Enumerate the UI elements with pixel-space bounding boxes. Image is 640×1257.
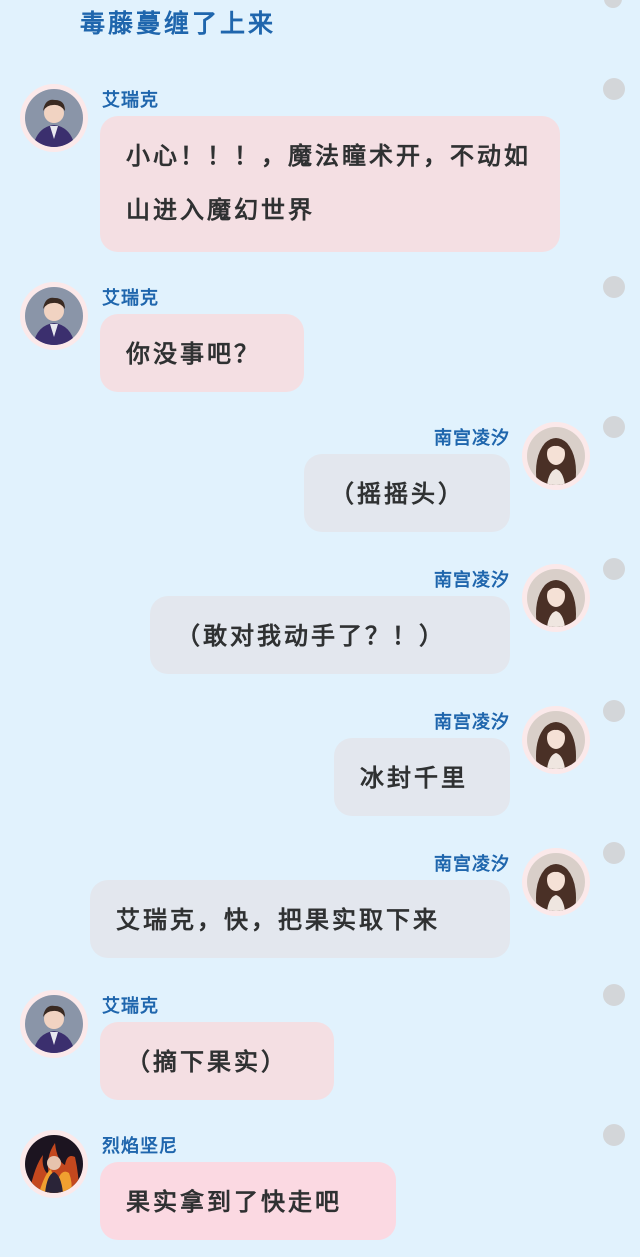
speaker-name: 艾瑞克 xyxy=(102,288,159,309)
girl-avatar-icon xyxy=(527,569,585,627)
message-bubble[interactable]: 艾瑞克，快，把果实取下来 xyxy=(90,880,510,958)
boy-avatar-icon xyxy=(25,287,83,345)
status-dot-icon[interactable] xyxy=(603,276,625,298)
status-dot-icon[interactable] xyxy=(603,842,625,864)
message-bubble[interactable]: （摘下果实） xyxy=(100,1022,334,1100)
message-item: 南宫凌汐 （敢对我动手了？！） xyxy=(0,558,640,674)
message-bubble[interactable]: 你没事吧？ xyxy=(100,314,304,392)
status-dot-icon[interactable] xyxy=(603,558,625,580)
boy-avatar-icon xyxy=(25,89,83,147)
avatar-nangong-lingxi[interactable] xyxy=(522,848,590,916)
avatar-eric[interactable] xyxy=(20,282,88,350)
menu-dot-icon[interactable] xyxy=(604,0,622,8)
message-item: 艾瑞克 （摘下果实） xyxy=(0,984,640,1100)
girl-avatar-icon xyxy=(527,427,585,485)
status-dot-icon[interactable] xyxy=(603,416,625,438)
message-item: 艾瑞克 你没事吧？ xyxy=(0,276,640,392)
girl-avatar-icon xyxy=(527,711,585,769)
avatar-nangong-lingxi[interactable] xyxy=(522,706,590,774)
message-item: 南宫凌汐 艾瑞克，快，把果实取下来 xyxy=(0,842,640,958)
speaker-name: 艾瑞克 xyxy=(102,996,159,1017)
speaker-name: 艾瑞克 xyxy=(102,90,159,111)
speaker-name: 南宫凌汐 xyxy=(434,854,510,875)
message-item: 烈焰坚尼 果实拿到了快走吧 xyxy=(0,1124,640,1240)
boy-avatar-icon xyxy=(25,995,83,1053)
speaker-name: 南宫凌汐 xyxy=(434,570,510,591)
avatar-nangong-lingxi[interactable] xyxy=(522,564,590,632)
message-item: 艾瑞克 小心！！！，魔法瞳术开，不动如山进入魔幻世界 xyxy=(0,78,640,254)
status-dot-icon[interactable] xyxy=(603,1124,625,1146)
speaker-name: 南宫凌汐 xyxy=(434,428,510,449)
status-dot-icon[interactable] xyxy=(603,78,625,100)
speaker-name: 南宫凌汐 xyxy=(434,712,510,733)
status-dot-icon[interactable] xyxy=(603,700,625,722)
message-item: 南宫凌汐 冰封千里 xyxy=(0,700,640,816)
avatar-eric[interactable] xyxy=(20,84,88,152)
message-bubble[interactable]: （摇摇头） xyxy=(304,454,510,532)
story-title: 毒藤蔓缠了上来 xyxy=(80,9,277,38)
avatar-lieyan-jianni[interactable] xyxy=(20,1130,88,1198)
speaker-name: 烈焰坚尼 xyxy=(102,1136,178,1157)
message-bubble[interactable]: （敢对我动手了？！） xyxy=(150,596,510,674)
message-bubble[interactable]: 小心！！！，魔法瞳术开，不动如山进入魔幻世界 xyxy=(100,116,560,252)
message-bubble[interactable]: 果实拿到了快走吧 xyxy=(100,1162,396,1240)
status-dot-icon[interactable] xyxy=(603,984,625,1006)
flame-figure-avatar-icon xyxy=(25,1135,83,1193)
avatar-eric[interactable] xyxy=(20,990,88,1058)
message-bubble[interactable]: 冰封千里 xyxy=(334,738,510,816)
girl-avatar-icon xyxy=(527,853,585,911)
avatar-nangong-lingxi[interactable] xyxy=(522,422,590,490)
message-item: 南宫凌汐 （摇摇头） xyxy=(0,416,640,532)
